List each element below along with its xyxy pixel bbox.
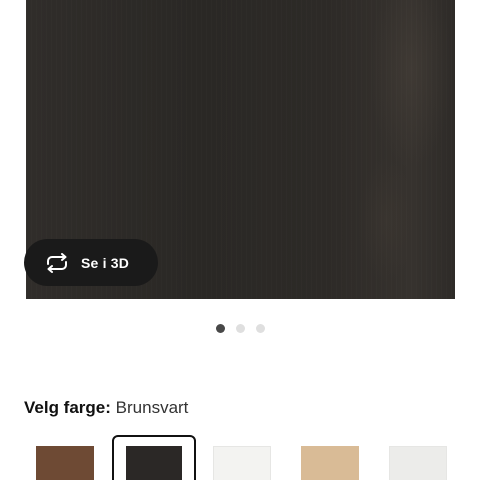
- color-swatch-walnut[interactable]: [36, 446, 94, 480]
- view-in-3d-button[interactable]: Se i 3D: [24, 239, 158, 286]
- color-picker-heading: Velg farge: Brunsvart: [24, 398, 188, 418]
- color-swatch-oak[interactable]: [301, 446, 359, 480]
- color-label: Velg farge:: [24, 398, 111, 417]
- carousel-dot-2[interactable]: [236, 324, 245, 333]
- color-swatch-selected[interactable]: [112, 435, 196, 480]
- carousel-dot-3[interactable]: [256, 324, 265, 333]
- carousel-dot-1[interactable]: [216, 324, 225, 333]
- carousel-dots: [216, 324, 265, 333]
- color-swatch-light-grey[interactable]: [389, 446, 447, 480]
- color-swatch-list: [0, 435, 480, 480]
- rotate-3d-icon: [44, 252, 70, 273]
- color-swatch-black-brown: [126, 446, 182, 480]
- view-in-3d-label: Se i 3D: [81, 254, 130, 271]
- color-swatch-white[interactable]: [213, 446, 271, 480]
- selected-color-value: Brunsvart: [115, 398, 189, 417]
